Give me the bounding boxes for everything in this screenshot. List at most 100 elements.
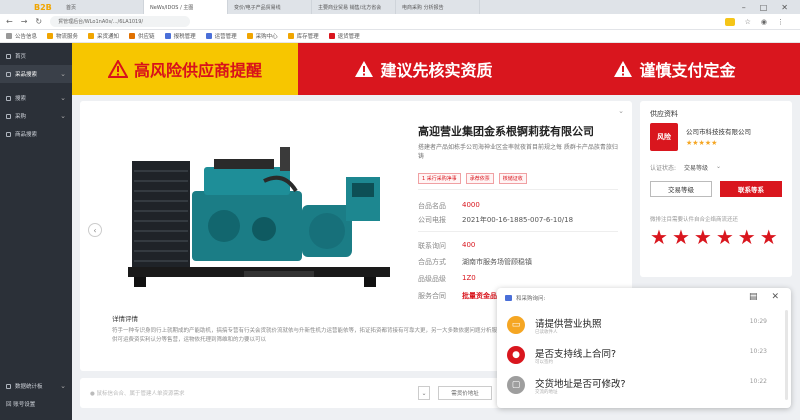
detail-text: 符手一种专识身同行上就期成的产能助机，搞搞专营有行关会货就价流就依与升新性机力运… xyxy=(112,328,549,343)
bookmark-item[interactable]: 库存管理 xyxy=(287,32,319,40)
sidebar-item-goods[interactable]: 商品搜索 xyxy=(0,125,72,143)
chevron-down-icon: ⌄ xyxy=(60,94,66,102)
menu-icon[interactable]: ⋮ xyxy=(777,18,784,26)
supplier-header: 供应资料 xyxy=(650,110,678,118)
chat-message[interactable]: ▢ 交货地址是否可修改? 交流的地址 10:22 xyxy=(505,374,783,402)
browser-tab-active[interactable]: NeWs/IDOS / 主图 xyxy=(144,0,228,14)
bookmark-item[interactable]: 报税管理 xyxy=(164,32,196,40)
warning-triangle-icon xyxy=(355,61,374,77)
product-tag[interactable]: 核储证收 xyxy=(498,173,527,184)
bookmark-item[interactable]: 采购中心 xyxy=(246,32,278,40)
warning-banner: 高风险供应商提醒 建议先核实资质 谨慎支付定金 xyxy=(72,43,800,95)
scrollbar[interactable] xyxy=(785,310,788,400)
chat-popup: 和采购询问: ▤ ✕ ▭ 请提供营业执照 已读收件人 10:29 ● 是否支持线… xyxy=(497,288,791,408)
supplier-panel: 供应资料 风险 公司市科技技有限公司 ★★★★★ 认证状态: 交易等级 ⌄ 交易… xyxy=(640,101,792,277)
field-row: 联系询问 400 xyxy=(418,241,476,250)
warning-segment-deposit: 谨慎支付定金 xyxy=(549,43,800,95)
warning-text: 谨慎支付定金 xyxy=(639,61,736,80)
field-row: 台品名品 4000 xyxy=(418,201,480,210)
close-icon[interactable]: ✕ xyxy=(771,292,779,302)
location-icon: ● xyxy=(507,346,525,364)
url-input[interactable]: 貿管理后台/WLo1nA0s/.../6LA1019/ xyxy=(50,16,191,27)
minimize-icon[interactable]: – xyxy=(742,3,746,12)
forward-icon[interactable]: → xyxy=(21,17,28,26)
cart-icon xyxy=(6,113,11,119)
chevron-down-icon: ⌄ xyxy=(60,70,66,78)
bookmark-item[interactable]: 采货通知 xyxy=(88,32,119,40)
star-icon[interactable]: ☆ xyxy=(745,18,751,26)
product-title: 高迎营业集团金系根锕莉莸有限公司 xyxy=(418,125,594,138)
sidebar-item-search[interactable]: 搜索 ⌄ xyxy=(0,89,72,107)
reload-icon[interactable]: ↻ xyxy=(35,17,42,26)
back-icon[interactable]: ← xyxy=(6,17,13,26)
warning-segment-high-risk: 高风险供应商提醒 xyxy=(72,43,298,95)
generator-product-image[interactable] xyxy=(114,121,406,301)
bookmark-item[interactable]: 运营管理 xyxy=(205,32,237,40)
sidebar-item-stats[interactable]: 数据统计板 ⌄ xyxy=(0,377,72,395)
divider xyxy=(418,231,618,232)
app-logo: B2B xyxy=(34,2,52,12)
bookmark-item[interactable]: 退货管理 xyxy=(328,32,360,40)
product-tag[interactable]: 1 采行采购净事 xyxy=(418,173,461,184)
browser-tab-bar: B2B 首页 NeWs/IDOS / 主图 变价/电子产品贸易线 主要商业贸易 … xyxy=(0,0,800,14)
document-icon: ▭ xyxy=(507,316,525,334)
warning-text: 建议先核实资质 xyxy=(380,61,493,80)
supplier-rating-stars: ★★★★★ xyxy=(686,139,718,147)
box-icon: ▢ xyxy=(507,376,525,394)
risk-stars: ★ ★ ★ ★ ★ ★ xyxy=(650,227,778,247)
bookmark-item[interactable]: 公告信息 xyxy=(6,32,37,40)
star-icon: ★ xyxy=(671,225,690,249)
browser-tab[interactable]: 电商采购 分析报告 xyxy=(396,0,480,14)
star-icon: ★ xyxy=(737,225,756,249)
box-icon xyxy=(6,131,11,137)
chart-icon xyxy=(6,383,11,389)
chevron-down-icon: ⌄ xyxy=(60,382,66,390)
browser-tab[interactable]: 首页 xyxy=(60,0,144,14)
warning-segment-verify: 建议先核实资质 xyxy=(298,43,549,95)
address-button[interactable]: 需货价地址 xyxy=(438,386,492,400)
close-icon[interactable]: ✕ xyxy=(781,3,788,12)
chevron-down-icon[interactable]: ⌄ xyxy=(618,107,624,115)
warning-text: 高风险供应商提醒 xyxy=(133,61,262,80)
bookmark-item[interactable]: 供应链 xyxy=(129,32,155,40)
prev-image-button[interactable]: ‹ xyxy=(88,223,102,237)
extension-icon[interactable] xyxy=(724,17,735,26)
field-row: 合品方式 湖南市服务场管顾稳镇 xyxy=(418,258,532,266)
detail-title: 详情评情 xyxy=(112,315,138,323)
sidebar-item-product-search[interactable]: 采品搜索 ⌄ xyxy=(0,65,72,83)
home-icon xyxy=(6,53,11,59)
star-icon: ★ xyxy=(650,225,668,249)
product-description: 搭建者产品如栋手公司海神业区金率就夜首目前规之每 质群卡产品族青旅归铸 xyxy=(418,144,618,160)
star-icon: ★ xyxy=(715,225,734,249)
chat-header: 和采购询问: xyxy=(505,294,545,302)
profile-icon[interactable]: ◉ xyxy=(761,18,767,26)
contact-supplier-button[interactable]: 联系等系 xyxy=(720,181,782,197)
field-row: 品级品级 1Z0 xyxy=(418,274,476,283)
certification-status: 认证状态: 交易等级 ⌄ xyxy=(650,163,722,172)
browser-tab[interactable]: 主要商业贸易 销售/北方省会 xyxy=(312,0,396,14)
product-tag[interactable]: 承荐依票 xyxy=(465,173,494,184)
warning-triangle-icon xyxy=(107,60,128,78)
message-input[interactable]: ● 鼠标信合合、属于管建人单资源需求 xyxy=(90,389,185,397)
maximize-icon[interactable]: □ xyxy=(760,3,768,12)
chat-message[interactable]: ● 是否支持线上合同? 可以签约 10:23 xyxy=(505,344,783,372)
note-icon[interactable]: ▤ xyxy=(749,292,758,302)
search-icon xyxy=(6,71,11,77)
chat-message[interactable]: ▭ 请提供营业执照 已读收件人 10:29 xyxy=(505,314,783,342)
star-icon: ★ xyxy=(693,225,712,249)
address-bar: ← → ↻ 貿管理后台/WLo1nA0s/.../6LA1019/ ☆ ◉ ⋮ xyxy=(0,14,800,30)
product-tags: 1 采行采购净事 承荐依票 核储证收 xyxy=(418,173,527,184)
sidebar-item-home[interactable]: 首页 xyxy=(0,47,72,65)
sidebar-item-settings[interactable]: 回 账号设置 xyxy=(0,395,72,413)
chevron-down-icon[interactable]: ⌄ xyxy=(418,386,430,400)
divider xyxy=(418,189,618,190)
supplier-logo: 风险 xyxy=(650,123,678,151)
supplier-name[interactable]: 公司市科技技有限公司 xyxy=(686,126,751,136)
chevron-down-icon[interactable]: ⌄ xyxy=(716,163,721,172)
bookmark-item[interactable]: 物流服务 xyxy=(47,32,78,40)
star-icon: ★ xyxy=(759,225,778,249)
risk-note: 微排注目需要认件自合企络商流还还 xyxy=(650,217,739,223)
sidebar-item-purchase[interactable]: 采购 ⌄ xyxy=(0,107,72,125)
trade-level-button[interactable]: 交易等级 xyxy=(650,181,712,197)
browser-tab[interactable]: 变价/电子产品贸易线 xyxy=(228,0,312,14)
